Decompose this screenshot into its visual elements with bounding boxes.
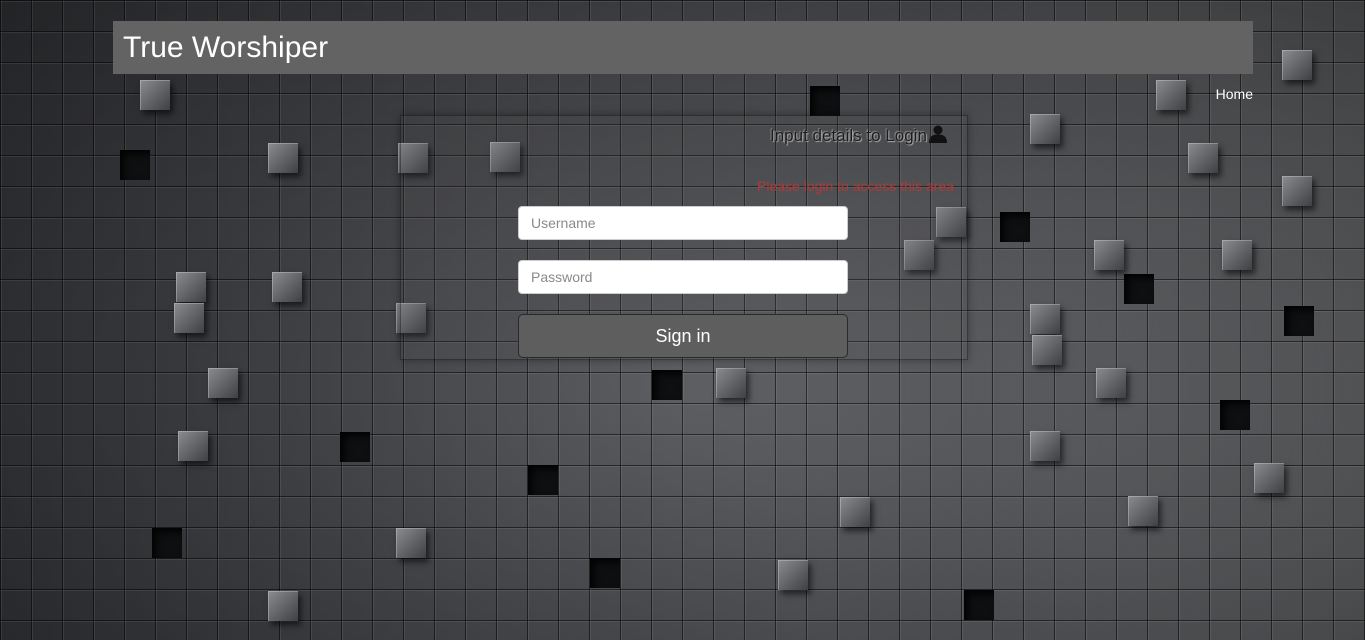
background-hole [1220, 400, 1250, 430]
background-cube [1096, 368, 1126, 398]
background-cube [1188, 143, 1218, 173]
user-icon [928, 125, 948, 149]
nav-home-link[interactable]: Home [1216, 86, 1253, 103]
background-cube [140, 80, 170, 110]
background-cube [1094, 240, 1124, 270]
background-cube [1030, 304, 1060, 334]
login-heading-text: Input details to Login [770, 126, 927, 145]
background-cube [1282, 50, 1312, 80]
login-warning-message: Please login to access this area [757, 178, 954, 194]
background-hole [652, 370, 682, 400]
background-cube [778, 560, 808, 590]
background-cube [178, 431, 208, 461]
background-cube [1030, 114, 1060, 144]
background-cube [1030, 431, 1060, 461]
background-cube [272, 272, 302, 302]
background-cube [1282, 176, 1312, 206]
background-cube [174, 303, 204, 333]
background-hole [528, 465, 558, 495]
background-cube [176, 272, 206, 302]
background-cube [208, 368, 238, 398]
background-hole [340, 432, 370, 462]
password-input[interactable] [518, 260, 848, 294]
sign-in-button[interactable]: Sign in [518, 314, 848, 358]
background-hole [964, 590, 994, 620]
brand-title[interactable]: True Worshiper [123, 30, 328, 66]
background-cube [1128, 496, 1158, 526]
background-hole [1000, 212, 1030, 242]
login-heading: Input details to Login [770, 125, 948, 149]
background-hole [152, 528, 182, 558]
background-cube [268, 591, 298, 621]
background-cube [1156, 80, 1186, 110]
background-cube [268, 143, 298, 173]
background-cube [1254, 463, 1284, 493]
background-hole [1284, 306, 1314, 336]
username-input[interactable] [518, 206, 848, 240]
background-cube [716, 368, 746, 398]
background-hole [1124, 274, 1154, 304]
background-cube [840, 497, 870, 527]
background-hole [590, 558, 620, 588]
background-cube [396, 528, 426, 558]
header-bar: True Worshiper [113, 21, 1253, 74]
background-cube [1032, 335, 1062, 365]
background-hole [120, 150, 150, 180]
background-hole [810, 86, 840, 116]
background-cube [1222, 240, 1252, 270]
